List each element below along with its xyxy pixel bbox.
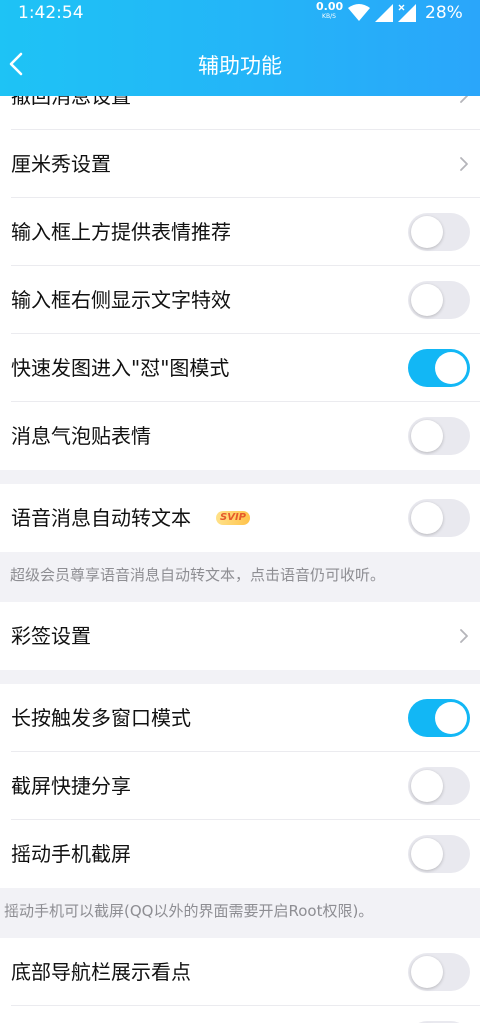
emoji-suggest-label: 输入框上方提供表情推荐	[11, 220, 231, 244]
status-time: 1:42:54	[18, 3, 84, 23]
svip-badge: SVIP	[216, 511, 250, 525]
toggle-knob	[435, 352, 467, 384]
cell-signal-no-data-icon	[398, 4, 416, 22]
voice-to-text-label: 语音消息自动转文本	[11, 506, 191, 530]
toggle-knob	[411, 502, 443, 534]
network-speed: 0.00 KB/S	[316, 0, 344, 22]
network-speed-value: 0.00	[316, 0, 344, 13]
toggle-knob	[411, 838, 443, 870]
quick-image-row: 快速发图进入"怼"图模式	[0, 334, 480, 402]
voice-to-text-row: 语音消息自动转文本 SVIP	[0, 484, 480, 552]
quick-image-label: 快速发图进入"怼"图模式	[11, 356, 230, 380]
toggle-knob	[411, 956, 443, 988]
bubble-sticker-label: 消息气泡贴表情	[11, 424, 151, 448]
network-speed-unit: KB/S	[322, 13, 336, 20]
toggle-knob	[411, 284, 443, 316]
chevron-right-icon	[460, 96, 468, 103]
battery-level: 28%	[425, 3, 463, 23]
quick-image-toggle[interactable]	[408, 349, 470, 387]
navbar-kandian-label: 底部导航栏展示看点	[11, 960, 191, 984]
shake-screenshot-toggle[interactable]	[408, 835, 470, 873]
navbar-kandian-toggle[interactable]	[408, 953, 470, 991]
page-title: 辅助功能	[198, 54, 282, 78]
recall-settings-label: 撤回消息设置	[11, 96, 131, 108]
text-effect-label: 输入框右侧显示文字特效	[11, 288, 231, 312]
recall-settings-row[interactable]: 撤回消息设置	[0, 96, 480, 130]
screenshot-share-toggle[interactable]	[408, 767, 470, 805]
multi-window-label: 长按触发多窗口模式	[11, 706, 191, 730]
status-bar: 1:42:54 0.00 KB/S 28%	[0, 0, 480, 28]
emoji-suggest-row: 输入框上方提供表情推荐	[0, 198, 480, 266]
voice-to-text-toggle[interactable]	[408, 499, 470, 537]
text-effect-toggle[interactable]	[408, 281, 470, 319]
navbar-kandian-row: 底部导航栏展示看点	[0, 938, 480, 1006]
multi-window-toggle[interactable]	[408, 699, 470, 737]
shake-screenshot-label: 摇动手机截屏	[11, 842, 131, 866]
cell-signal-icon	[375, 4, 393, 22]
cmshow-settings-label: 厘米秀设置	[11, 152, 111, 176]
text-effect-row: 输入框右侧显示文字特效	[0, 266, 480, 334]
toggle-knob	[411, 216, 443, 248]
chevron-right-icon	[460, 157, 468, 171]
wifi-icon	[348, 4, 370, 21]
bubble-sticker-toggle[interactable]	[408, 417, 470, 455]
screenshot-share-label: 截屏快捷分享	[11, 774, 131, 798]
voice-to-text-hint: 超级会员尊享语音消息自动转文本，点击语音仍可收听。	[10, 566, 386, 584]
emoji-suggest-toggle[interactable]	[408, 213, 470, 251]
settings-list: 撤回消息设置 厘米秀设置 输入框上方提供表情推荐 输入框右侧显示文字特效 快速发…	[0, 96, 480, 1023]
cmshow-settings-row[interactable]: 厘米秀设置	[0, 130, 480, 198]
screenshot-share-row: 截屏快捷分享	[0, 752, 480, 820]
color-sign-row[interactable]: 彩签设置	[0, 602, 480, 670]
header-bar: 1:42:54 0.00 KB/S 28% 辅助功能	[0, 0, 480, 96]
shake-screenshot-hint: 摇动手机可以截屏(QQ以外的界面需要开启Root权限)。	[4, 902, 374, 920]
color-sign-label: 彩签设置	[11, 624, 91, 648]
multi-window-row: 长按触发多窗口模式	[0, 684, 480, 752]
chevron-right-icon	[460, 629, 468, 643]
bubble-sticker-row: 消息气泡贴表情	[0, 402, 480, 470]
toggle-knob	[411, 770, 443, 802]
shake-screenshot-row: 摇动手机截屏	[0, 820, 480, 888]
toggle-knob	[411, 420, 443, 452]
next-setting-row	[0, 1006, 480, 1023]
toggle-knob	[435, 702, 467, 734]
